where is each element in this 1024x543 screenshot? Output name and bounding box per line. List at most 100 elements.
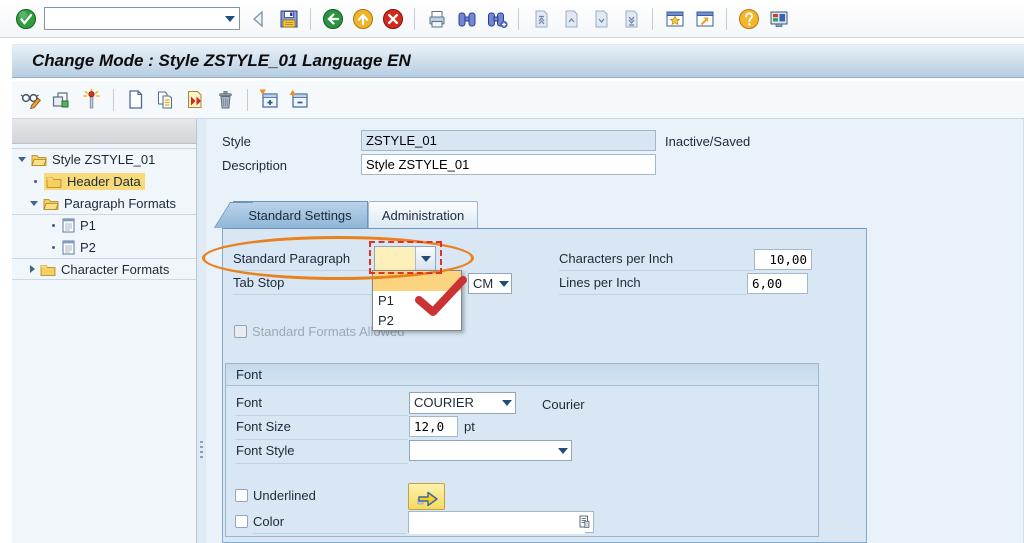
- tree-node-character-formats[interactable]: Character Formats: [12, 258, 196, 280]
- cancel-icon[interactable]: [381, 7, 404, 30]
- chars-per-inch-label: Characters per Inch: [559, 251, 754, 271]
- bullet-icon: [52, 224, 55, 227]
- toolbar-separator: [726, 8, 727, 30]
- sap-gui-window: Change Mode : Style ZSTYLE_01 Language E…: [0, 0, 1024, 543]
- help-icon[interactable]: [737, 7, 760, 30]
- font-size-label: Font Size: [236, 419, 408, 440]
- display-change-icon[interactable]: [20, 88, 43, 111]
- expand-all-icon[interactable]: [258, 88, 281, 111]
- last-page-icon[interactable]: [619, 7, 642, 30]
- color-field-wrap: [408, 511, 594, 533]
- previous-page-icon[interactable]: [559, 7, 582, 30]
- hide-command-field-icon[interactable]: [247, 7, 270, 30]
- lines-per-inch-field[interactable]: [747, 273, 808, 294]
- tree-node-header-data[interactable]: Header Data: [12, 170, 196, 192]
- underlined-label: Underlined: [253, 488, 316, 503]
- splitter-grip[interactable]: [200, 441, 203, 461]
- lines-per-inch-label: Lines per Inch: [559, 275, 747, 295]
- chevron-down-icon: [558, 448, 568, 454]
- color-field[interactable]: [409, 512, 585, 534]
- command-field: [44, 7, 240, 30]
- underline-options-button[interactable]: [408, 483, 445, 510]
- dropdown-option-p1[interactable]: P1: [373, 291, 461, 311]
- find-icon[interactable]: [455, 7, 478, 30]
- font-combo[interactable]: COURIER: [409, 392, 516, 414]
- find-next-icon[interactable]: [485, 7, 508, 30]
- underlined-checkbox[interactable]: [235, 489, 248, 502]
- first-page-icon[interactable]: [529, 7, 552, 30]
- chevron-down-icon: [225, 16, 235, 22]
- dropdown-option-p2[interactable]: P2: [373, 311, 461, 331]
- delete-icon[interactable]: [214, 88, 237, 111]
- tree-header: [12, 119, 196, 144]
- customize-layout-icon[interactable]: [767, 7, 790, 30]
- font-size-field[interactable]: [409, 416, 458, 437]
- tree-node-label: Paragraph Formats: [64, 196, 176, 211]
- next-page-icon[interactable]: [589, 7, 612, 30]
- print-icon[interactable]: [425, 7, 448, 30]
- tree-node-style[interactable]: Style ZSTYLE_01: [12, 148, 196, 170]
- font-style-label: Font Style: [236, 443, 408, 464]
- right-arrow-icon: [414, 487, 440, 507]
- tree-node-label: Character Formats: [61, 262, 169, 277]
- tree-node-p2[interactable]: P2: [12, 236, 196, 258]
- color-checkbox[interactable]: [235, 515, 248, 528]
- system-toolbar: [0, 0, 1024, 38]
- content-area: Style Inactive/Saved Description Standar…: [206, 119, 1024, 543]
- tab-administration[interactable]: Administration: [368, 201, 478, 228]
- exit-icon[interactable]: [351, 7, 374, 30]
- expander-down-icon[interactable]: [30, 201, 38, 206]
- command-input[interactable]: [45, 8, 221, 29]
- command-dropdown-button[interactable]: [221, 8, 239, 29]
- paragraph-format-icon: [62, 240, 75, 255]
- toolbar-separator: [652, 8, 653, 30]
- standard-formats-checkbox[interactable]: [234, 325, 247, 338]
- back-icon[interactable]: [321, 7, 344, 30]
- unit-dropdown-button[interactable]: [496, 274, 511, 293]
- expander-down-icon[interactable]: [18, 157, 26, 162]
- tab-standard-settings[interactable]: Standard Settings: [233, 201, 368, 228]
- new-session-icon[interactable]: [663, 7, 686, 30]
- chevron-down-icon: [499, 281, 509, 287]
- font-dropdown-button[interactable]: [499, 393, 515, 413]
- activate-icon[interactable]: [80, 88, 103, 111]
- tree-node-paragraph-formats[interactable]: Paragraph Formats: [12, 192, 196, 214]
- application-toolbar: [12, 81, 1024, 119]
- save-icon[interactable]: [277, 7, 300, 30]
- tree-node-label: P1: [80, 218, 96, 233]
- toolbar-separator: [247, 89, 248, 111]
- navigation-tree: Style ZSTYLE_01 Header Data Paragraph Fo…: [12, 119, 197, 543]
- dropdown-option-blank[interactable]: [373, 271, 461, 291]
- standard-settings-panel: Standard Paragraph Tab Stop CM Character…: [222, 228, 867, 543]
- font-value: COURIER: [410, 393, 499, 413]
- tree-node-p1[interactable]: P1: [12, 214, 196, 236]
- description-field[interactable]: [361, 154, 656, 175]
- bullet-icon: [52, 246, 55, 249]
- tab-label: Standard Settings: [248, 208, 351, 223]
- title-bar: Change Mode : Style ZSTYLE_01 Language E…: [12, 44, 1024, 78]
- expander-right-icon[interactable]: [30, 265, 35, 273]
- folder-open-icon: [31, 153, 47, 166]
- value-help-icon[interactable]: [579, 515, 590, 532]
- style-label: Style: [222, 134, 251, 149]
- other-style-icon[interactable]: [50, 88, 73, 111]
- convert-icon[interactable]: [184, 88, 207, 111]
- font-style-combo[interactable]: [409, 440, 572, 461]
- font-style-dropdown-button[interactable]: [555, 441, 571, 460]
- style-field[interactable]: [361, 130, 656, 151]
- create-shortcut-icon[interactable]: [693, 7, 716, 30]
- tree-node-label: Style ZSTYLE_01: [52, 152, 155, 167]
- collapse-all-icon[interactable]: [288, 88, 311, 111]
- chevron-down-icon: [421, 256, 431, 262]
- description-label: Description: [222, 158, 287, 173]
- create-icon[interactable]: [124, 88, 147, 111]
- tree-splitter[interactable]: [197, 119, 206, 543]
- standard-paragraph-label: Standard Paragraph: [233, 251, 375, 271]
- chars-per-inch-field[interactable]: [754, 249, 812, 270]
- tab-stop-unit-combo[interactable]: CM: [468, 273, 512, 294]
- standard-paragraph-dropdown-button[interactable]: [415, 247, 435, 270]
- standard-paragraph-combo[interactable]: [374, 246, 436, 271]
- enter-icon[interactable]: [14, 7, 37, 30]
- copy-icon[interactable]: [154, 88, 177, 111]
- selected-node-highlight: Header Data: [44, 173, 145, 190]
